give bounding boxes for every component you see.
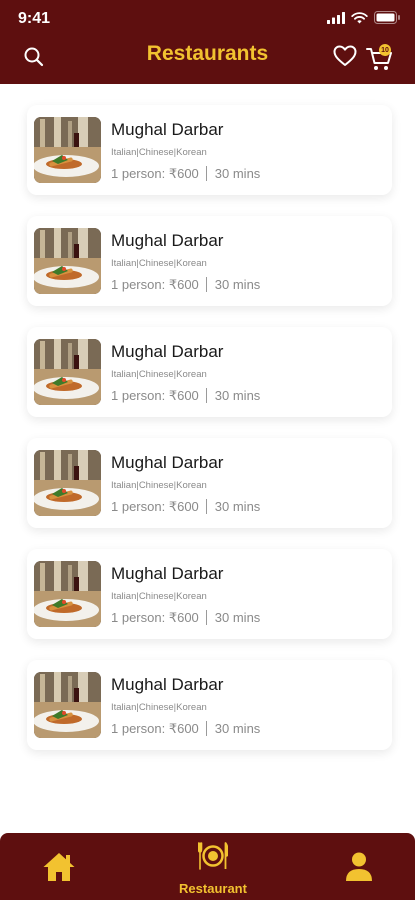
profile-icon[interactable] — [344, 851, 374, 883]
battery-icon — [374, 11, 400, 24]
restaurant-card[interactable]: Mughal Darbar Italian|Chinese|Korean 1 p… — [27, 327, 392, 417]
restaurant-cuisines: Italian|Chinese|Korean — [111, 591, 207, 602]
restaurant-name: Mughal Darbar — [111, 120, 224, 139]
status-bar: 9:41 — [0, 0, 415, 38]
restaurant-cuisines: Italian|Chinese|Korean — [111, 480, 207, 491]
dining-icon — [198, 842, 228, 870]
delivery-time: 30 mins — [214, 277, 261, 292]
restaurant-meta: 1 person: ₹600 30 mins — [111, 499, 260, 515]
restaurant-card[interactable]: Mughal Darbar Italian|Chinese|Korean 1 p… — [27, 549, 392, 639]
meta-divider — [205, 388, 207, 403]
delivery-time: 30 mins — [214, 166, 261, 181]
status-icons — [327, 11, 401, 24]
restaurant-name: Mughal Darbar — [111, 564, 224, 583]
wifi-icon — [351, 11, 368, 23]
delivery-time: 30 mins — [214, 499, 261, 514]
status-time: 9:41 — [18, 10, 51, 27]
price-per-person: 1 person: ₹600 — [111, 166, 199, 181]
cart-count-badge: 10 — [379, 44, 391, 56]
favorites-heart-icon[interactable] — [332, 44, 358, 68]
restaurant-thumbnail — [34, 561, 101, 627]
restaurant-card[interactable]: Mughal Darbar Italian|Chinese|Korean 1 p… — [27, 216, 392, 306]
price-per-person: 1 person: ₹600 — [111, 721, 199, 736]
restaurant-cuisines: Italian|Chinese|Korean — [111, 147, 207, 158]
price-per-person: 1 person: ₹600 — [111, 610, 199, 625]
top-app-bar: 9:41 Restaurants 10 — [0, 0, 415, 84]
meta-divider — [205, 166, 207, 181]
price-per-person: 1 person: ₹600 — [111, 388, 199, 403]
meta-divider — [205, 721, 207, 736]
meta-divider — [205, 277, 207, 292]
nav-restaurant-tab[interactable]: Restaurant — [170, 840, 256, 896]
restaurant-cuisines: Italian|Chinese|Korean — [111, 369, 207, 380]
restaurant-cuisines: Italian|Chinese|Korean — [111, 258, 207, 269]
price-per-person: 1 person: ₹600 — [111, 499, 199, 514]
delivery-time: 30 mins — [214, 610, 261, 625]
meta-divider — [205, 610, 207, 625]
restaurant-thumbnail — [34, 339, 101, 405]
signal-icon — [327, 11, 345, 24]
restaurant-card[interactable]: Mughal Darbar Italian|Chinese|Korean 1 p… — [27, 660, 392, 750]
restaurant-meta: 1 person: ₹600 30 mins — [111, 610, 260, 626]
restaurant-card[interactable]: Mughal Darbar Italian|Chinese|Korean 1 p… — [27, 105, 392, 195]
restaurant-thumbnail — [34, 117, 101, 183]
restaurant-cuisines: Italian|Chinese|Korean — [111, 702, 207, 713]
restaurant-meta: 1 person: ₹600 30 mins — [111, 277, 260, 293]
bottom-nav: Restaurant — [0, 833, 415, 900]
restaurant-meta: 1 person: ₹600 30 mins — [111, 388, 260, 404]
restaurant-thumbnail — [34, 228, 101, 294]
restaurant-card[interactable]: Mughal Darbar Italian|Chinese|Korean 1 p… — [27, 438, 392, 528]
nav-restaurant-label: Restaurant — [179, 881, 247, 896]
restaurant-meta: 1 person: ₹600 30 mins — [111, 166, 260, 182]
restaurant-name: Mughal Darbar — [111, 453, 224, 472]
restaurant-name: Mughal Darbar — [111, 675, 224, 694]
restaurant-thumbnail — [34, 450, 101, 516]
restaurant-thumbnail — [34, 672, 101, 738]
price-per-person: 1 person: ₹600 — [111, 277, 199, 292]
restaurant-meta: 1 person: ₹600 30 mins — [111, 721, 260, 737]
restaurant-name: Mughal Darbar — [111, 231, 224, 250]
restaurant-name: Mughal Darbar — [111, 342, 224, 361]
delivery-time: 30 mins — [214, 388, 261, 403]
meta-divider — [205, 499, 207, 514]
delivery-time: 30 mins — [214, 721, 261, 736]
home-icon[interactable] — [42, 851, 76, 883]
